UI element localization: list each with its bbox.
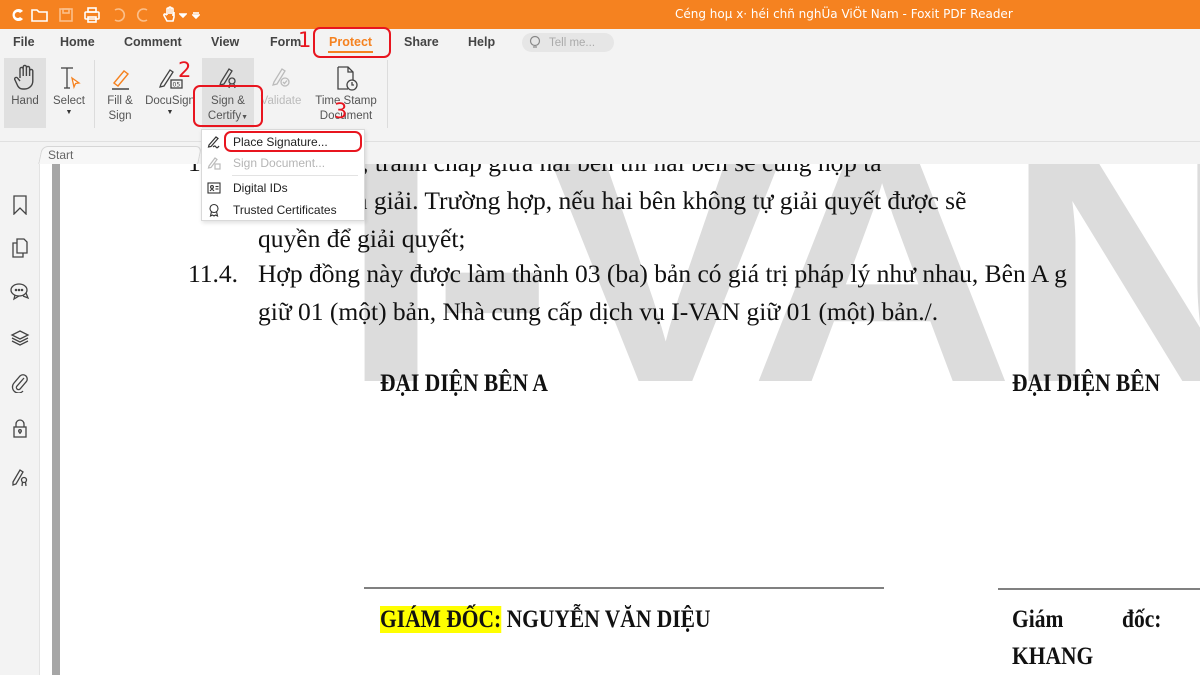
fill-sign-label-line1: Fill & [107, 95, 133, 107]
annotation-box-place-signature [224, 131, 362, 152]
signature-panel-icon[interactable] [9, 466, 31, 488]
party-b-signatory-title-word1: Giám [1012, 606, 1064, 633]
window-title: Céng hoµ x· héi chñ nghÜa ViÖt Nam - Fox… [675, 7, 1013, 21]
menu-help[interactable]: Help [468, 35, 495, 49]
timestamp-icon [310, 58, 382, 94]
validate-icon [258, 58, 304, 94]
body-line-4: Hợp đồng này được làm thành 03 (ba) bản … [258, 259, 1067, 288]
layers-icon[interactable] [9, 327, 31, 349]
fill-sign-icon [100, 58, 140, 94]
party-b-signatory-name: KHANG [1012, 643, 1094, 670]
tab-start-label[interactable]: Start [48, 148, 73, 162]
page-left-edge [52, 164, 60, 675]
party-b-heading: ĐẠI DIỆN BÊN [1012, 370, 1161, 397]
hand-tool-dropdown-icon[interactable] [178, 5, 188, 25]
validate-button: Validate [258, 58, 304, 128]
title-bar: Céng hoµ x· héi chñ nghÜa ViÖt Nam - Fox… [0, 0, 1200, 29]
body-line-5: giữ 01 (một) bản, Nhà cung cấp dịch vụ I… [258, 297, 939, 326]
docusign-label: DocuSign [145, 95, 195, 107]
ribbon-separator [387, 60, 388, 128]
sign-document-icon [206, 155, 222, 171]
save-icon[interactable] [56, 5, 76, 25]
menu-view[interactable]: View [211, 35, 239, 49]
hand-button[interactable]: Hand [4, 58, 46, 128]
body-line-3: quyền để giải quyết; [258, 224, 466, 253]
navigation-sidebar [0, 164, 47, 675]
tell-me-search[interactable] [522, 33, 614, 52]
lightbulb-icon [528, 35, 542, 54]
signature-line-b [998, 588, 1200, 590]
print-icon[interactable] [82, 5, 102, 25]
menu-item-sign-document: Sign Document... [202, 153, 364, 173]
hand-label: Hand [11, 95, 39, 107]
menu-separator [232, 175, 358, 176]
party-b-signatory-title-word2: đốc: [1122, 606, 1162, 633]
fill-sign-label-line2: Sign [108, 110, 132, 122]
signatory-name: NGUYỄN VĂN DIỆU [506, 606, 711, 633]
clause-number: 11.4. [188, 259, 239, 288]
paperclip-icon[interactable] [9, 372, 31, 394]
place-signature-icon [206, 134, 222, 150]
signatory-title-highlight: GIÁM ĐỐC: [380, 606, 502, 633]
menu-bar: File Home Comment View Form Protect Shar… [0, 29, 1200, 56]
digital-id-icon [206, 180, 222, 196]
customize-quick-access-icon[interactable] [191, 5, 201, 25]
annotation-step-1: 1 [298, 28, 312, 52]
lock-icon[interactable] [9, 417, 31, 439]
menu-file[interactable]: File [13, 35, 35, 49]
validate-label: Validate [260, 95, 302, 107]
pdf-viewer[interactable]: I-VAN 1 ra các bất đồng, tranh chấp giữa… [40, 164, 1200, 675]
signature-line-a [364, 587, 884, 589]
select-button[interactable]: Select ▼ [48, 58, 90, 128]
annotation-step-3: 3 [334, 99, 348, 123]
document-tabs-bar: Start [0, 142, 1200, 165]
annotation-box-sign-certify [193, 85, 263, 127]
select-label: Select [53, 95, 85, 107]
ribbon-separator [94, 60, 95, 128]
menu-share[interactable]: Share [404, 35, 439, 49]
party-a-heading: ĐẠI DIỆN BÊN A [380, 370, 548, 397]
tell-me-input[interactable] [549, 34, 611, 51]
select-text-icon [48, 58, 90, 94]
annotation-step-2: 2 [178, 58, 192, 82]
foxit-logo-icon[interactable] [8, 5, 28, 25]
certificate-icon [206, 202, 222, 218]
menu-item-digital-ids[interactable]: Digital IDs [202, 178, 364, 198]
bookmark-icon[interactable] [9, 194, 31, 216]
pages-icon[interactable] [9, 237, 31, 259]
undo-icon[interactable] [108, 5, 128, 25]
menu-home[interactable]: Home [60, 35, 95, 49]
menu-comment[interactable]: Comment [124, 35, 182, 49]
redo-icon[interactable] [134, 5, 154, 25]
menu-item-trusted-certificates[interactable]: Trusted Certificates [202, 200, 364, 220]
docusign-dropdown-caret-icon[interactable]: ▼ [142, 109, 198, 117]
open-folder-icon[interactable] [30, 5, 50, 25]
party-a-signatory: GIÁM ĐỐC: NGUYỄN VĂN DIỆU [380, 606, 710, 634]
comments-icon[interactable] [9, 281, 31, 303]
select-dropdown-caret-icon[interactable]: ▼ [48, 109, 90, 117]
svg-text:05: 05 [173, 82, 181, 89]
menu-form[interactable]: Form [270, 35, 301, 49]
annotation-box-protect [313, 27, 391, 58]
hand-icon [4, 58, 46, 94]
hand-tool-icon[interactable] [160, 5, 180, 25]
fill-sign-button[interactable]: Fill & Sign [100, 58, 140, 128]
